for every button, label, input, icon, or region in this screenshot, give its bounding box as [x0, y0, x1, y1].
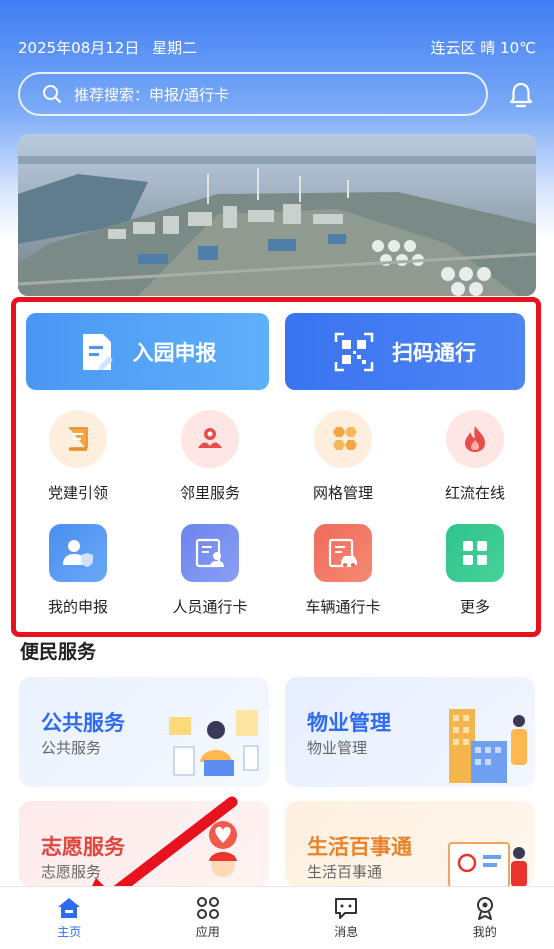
neighbor-service-item[interactable]: 邻里服务 [155, 410, 265, 503]
banner-image [18, 134, 536, 296]
card-subtitle: 物业管理 [307, 739, 368, 757]
car-card-icon [314, 524, 372, 582]
neighbor-service-label: 邻里服务 [179, 484, 240, 502]
grid-management-label: 网格管理 [312, 484, 373, 502]
home-icon [58, 898, 81, 918]
property-building-illustration [449, 709, 527, 783]
card-title: 公共服务 [41, 711, 125, 735]
helping-hands-icon [181, 410, 239, 468]
tab-home[interactable]: 主页 [0, 887, 139, 949]
red-stream-online-item[interactable]: 红流在线 [420, 410, 530, 503]
message-icon [335, 898, 358, 919]
grid-management-item[interactable]: 网格管理 [288, 410, 398, 503]
card-title: 生活百事通 [307, 835, 412, 859]
flame-icon [446, 410, 504, 468]
my-application-label: 我的申报 [47, 598, 108, 616]
scan-pass-button[interactable]: 扫码通行 [285, 313, 525, 390]
user-shield-icon [49, 524, 107, 582]
tab-messages-label: 消息 [334, 925, 359, 939]
weather-text: 连云区 晴 10℃ [430, 38, 536, 57]
card-title: 物业管理 [307, 711, 391, 735]
personnel-pass-label: 人员通行卡 [172, 598, 248, 616]
search-placeholder: 推荐搜索：申报/通行卡 [74, 85, 230, 104]
tab-home-label: 主页 [57, 925, 82, 939]
card-subtitle: 公共服务 [41, 739, 102, 757]
my-application-item[interactable]: 我的申报 [23, 524, 133, 617]
section-title: 便民服务 [20, 641, 97, 663]
bottom-tab-bar: 主页 应用 消息 我的 [0, 886, 554, 949]
card-subtitle: 生活百事通 [307, 863, 383, 881]
date-display: 2025年08月12日 星期二 [18, 37, 197, 58]
more-item[interactable]: 更多 [420, 524, 530, 617]
public-service-card[interactable]: 公共服务 公共服务 [19, 677, 269, 787]
scan-pass-label: 扫码通行 [392, 340, 476, 365]
life-guide-illustration [448, 842, 527, 887]
apps-grid-icon [446, 524, 504, 582]
more-label: 更多 [459, 598, 490, 616]
date-text: 2025年08月12日 [18, 38, 140, 57]
vehicle-pass-item[interactable]: 车辆通行卡 [288, 524, 398, 617]
personnel-pass-item[interactable]: 人员通行卡 [155, 524, 265, 617]
vehicle-pass-label: 车辆通行卡 [305, 598, 381, 616]
search-input[interactable]: 推荐搜索：申报/通行卡 [18, 72, 488, 116]
weekday-text: 星期二 [152, 38, 198, 57]
tab-messages[interactable]: 消息 [277, 887, 416, 949]
tab-apps[interactable]: 应用 [139, 887, 278, 949]
person-card-icon [181, 524, 239, 582]
profile-icon [476, 897, 493, 920]
qr-code-icon [334, 332, 374, 371]
property-management-card[interactable]: 物业管理 物业管理 [285, 677, 535, 787]
industrial-park-banner[interactable] [18, 134, 536, 296]
status-row: 2025年08月12日 星期二 连云区 晴 10℃ [18, 36, 536, 58]
park-entry-apply-label: 入园申报 [132, 340, 217, 365]
apps-icon [196, 897, 219, 919]
party-building-label: 党建引领 [47, 484, 108, 502]
party-building-item[interactable]: 党建引领 [23, 410, 133, 503]
hexagon-grid-icon [314, 410, 372, 468]
tab-profile[interactable]: 我的 [416, 887, 554, 949]
notification-bell-icon[interactable] [506, 80, 536, 110]
tab-apps-label: 应用 [195, 925, 220, 939]
tab-profile-label: 我的 [472, 925, 497, 939]
park-entry-apply-button[interactable]: 入园申报 [26, 313, 269, 390]
public-service-illustration [169, 710, 259, 776]
red-stream-online-label: 红流在线 [444, 484, 505, 502]
book-icon [49, 410, 107, 468]
life-guide-card[interactable]: 生活百事通 生活百事通 [285, 801, 535, 887]
document-edit-icon [82, 333, 113, 370]
search-icon [43, 85, 61, 103]
